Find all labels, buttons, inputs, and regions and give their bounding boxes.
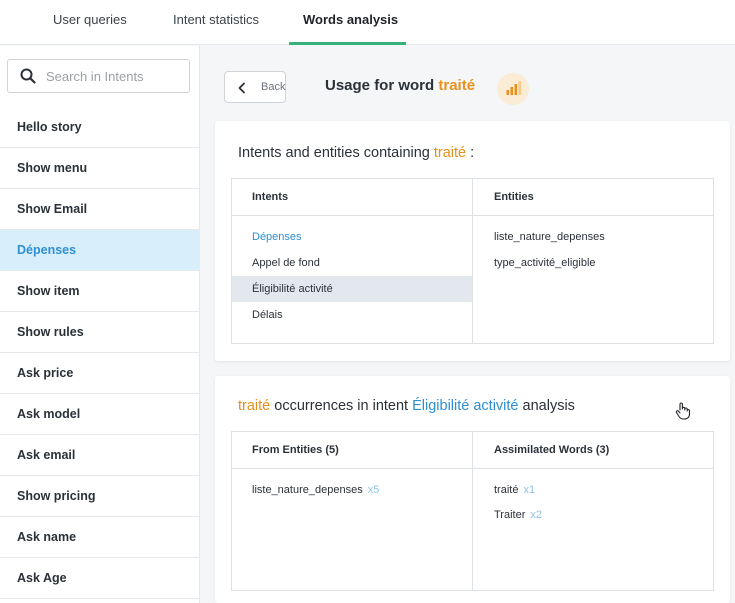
signal-bars-icon [506, 81, 522, 95]
column-header-intents: Intents [252, 191, 289, 203]
list-item[interactable]: traité x1 [494, 484, 535, 496]
list-item[interactable]: liste_nature_depenses x5 [252, 484, 379, 496]
sidebar-item-hello-story[interactable]: Hello story [0, 107, 200, 148]
search-icon [20, 68, 36, 84]
column-header-assimilated-words: Assimilated Words (3) [494, 444, 610, 456]
occurrence-table: From Entities (5) Assimilated Words (3) … [231, 431, 714, 591]
search-box[interactable] [7, 59, 190, 93]
page-title-word: traité [438, 77, 476, 94]
column-divider [472, 432, 473, 590]
column-divider [472, 179, 473, 343]
intent-item-delais[interactable]: Délais [252, 309, 283, 321]
entity-item-liste-nature-depenses[interactable]: liste_nature_depenses [494, 231, 605, 243]
page-title-prefix: Usage for word [325, 77, 435, 94]
sidebar-item-show-menu[interactable]: Show menu [0, 148, 200, 189]
occurrence-title-mid: occurrences in intent [274, 398, 409, 414]
containing-title-suffix: : [470, 145, 475, 161]
sidebar-item-ask-age[interactable]: Ask Age [0, 558, 200, 599]
sidebar-item-ask-model[interactable]: Ask model [0, 394, 200, 435]
back-button[interactable]: Back [224, 71, 286, 103]
sidebar-item-show-item[interactable]: Show item [0, 271, 200, 312]
sidebar-item-show-email[interactable]: Show Email [0, 189, 200, 230]
intent-item-appel-de-fond[interactable]: Appel de fond [252, 257, 320, 269]
containing-title-prefix: Intents and entities containing [238, 145, 430, 161]
sidebar-item-show-pricing[interactable]: Show pricing [0, 476, 200, 517]
sidebar-item-ask-email[interactable]: Ask email [0, 435, 200, 476]
containing-title-word: traité [433, 145, 467, 161]
occurrence-card-title: traité occurrences in intent Éligibilité… [238, 398, 575, 414]
intent-item-eligibilite-activite[interactable]: Éligibilité activité [252, 283, 333, 295]
active-tab-indicator [289, 42, 406, 45]
occurrence-title-word: traité [238, 398, 271, 414]
containing-card-title: Intents and entities containing traité : [238, 145, 474, 161]
containing-card: Intents and entities containing traité :… [215, 121, 730, 361]
occurrence-card: traité occurrences in intent Éligibilité… [215, 376, 730, 603]
sidebar-item-ask-price[interactable]: Ask price [0, 353, 200, 394]
search-input[interactable] [46, 67, 184, 85]
containing-table: Intents Entities Dépenses Appel de fond … [231, 178, 714, 344]
occurrence-title-suffix: analysis [522, 398, 575, 414]
sidebar-item-show-rules[interactable]: Show rules [0, 312, 200, 353]
hand-cursor-icon [675, 402, 691, 420]
tab-user-queries[interactable]: User queries [53, 12, 127, 27]
intent-item-depenses[interactable]: Dépenses [252, 231, 302, 243]
word-name: traité [494, 484, 519, 496]
occurrence-count: x1 [523, 484, 536, 496]
sidebar-item-ask-name[interactable]: Ask name [0, 517, 200, 558]
sidebar-item-depenses[interactable]: Dépenses [0, 230, 200, 271]
column-header-entities: Entities [494, 191, 534, 203]
top-tab-bar: User queries Intent statistics Words ana… [0, 0, 735, 45]
chevron-left-icon [238, 82, 245, 94]
list-item[interactable]: Traiter x2 [494, 509, 542, 521]
header-divider [232, 468, 713, 469]
tab-words-analysis[interactable]: Words analysis [303, 12, 398, 27]
intents-sidebar: Hello story Show menu Show Email Dépense… [0, 46, 200, 603]
word-name: Traiter [494, 509, 526, 521]
column-header-from-entities: From Entities (5) [252, 444, 339, 456]
back-button-label: Back [261, 81, 286, 93]
occurrence-count: x5 [367, 484, 380, 496]
page-title: Usage for word traité [325, 77, 475, 94]
occurrence-count: x2 [530, 509, 542, 521]
word-frequency-badge [497, 73, 529, 105]
entity-item-type-activite-eligible[interactable]: type_activité_eligible [494, 257, 596, 269]
header-divider [232, 215, 713, 216]
entity-name: liste_nature_depenses [252, 484, 363, 496]
tab-intent-statistics[interactable]: Intent statistics [173, 12, 259, 27]
occurrence-title-intent: Éligibilité activité [412, 398, 519, 414]
